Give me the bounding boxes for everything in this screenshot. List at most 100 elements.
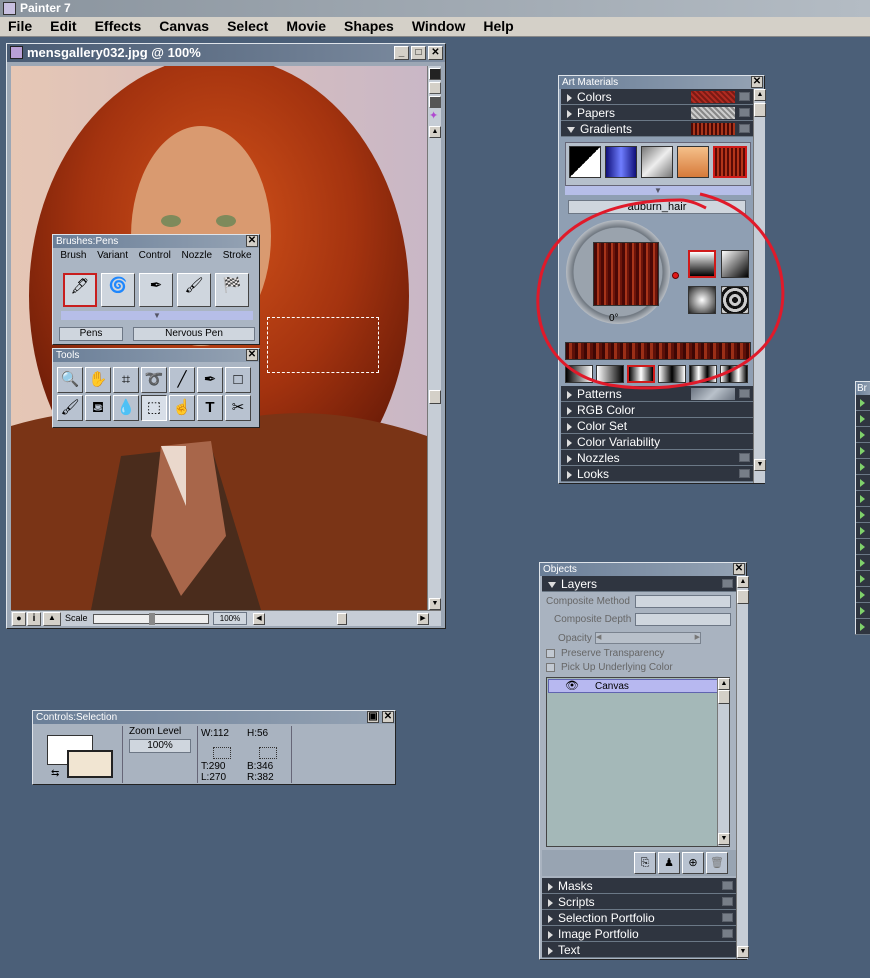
scroll-down-button[interactable]: ▼ bbox=[429, 598, 441, 610]
partial-palette-row[interactable] bbox=[856, 587, 870, 603]
section-colors[interactable]: Colors bbox=[561, 89, 753, 105]
composite-depth-field[interactable] bbox=[635, 613, 731, 626]
menu-movie[interactable]: Movie bbox=[286, 17, 326, 36]
menu-effects[interactable]: Effects bbox=[95, 17, 142, 36]
grabber-hand-icon[interactable]: ✋ bbox=[85, 367, 111, 393]
partial-palette-row[interactable] bbox=[856, 395, 870, 411]
obj-scroll-up[interactable]: ▲ bbox=[737, 576, 749, 588]
layer-scroll-thumb[interactable] bbox=[718, 690, 730, 704]
obj-scroll-thumb[interactable] bbox=[737, 590, 749, 604]
layer-scroll-up[interactable]: ▲ bbox=[718, 678, 730, 690]
brush-tab-variant[interactable]: Variant bbox=[97, 250, 128, 262]
partial-palette-row[interactable] bbox=[856, 603, 870, 619]
pattern-pen-icon[interactable]: 🏁 bbox=[215, 273, 249, 307]
scroll-right-button[interactable]: ▶ bbox=[417, 613, 429, 625]
section-color-variability[interactable]: Color Variability bbox=[561, 434, 753, 450]
lasso-icon[interactable]: ➰ bbox=[141, 367, 167, 393]
disclosure-triangle-icon[interactable] bbox=[567, 109, 572, 118]
scale-slider[interactable] bbox=[93, 613, 209, 625]
brush-tab-nozzle[interactable]: Nozzle bbox=[182, 250, 213, 262]
layer-scroll-down[interactable]: ▼ bbox=[718, 833, 730, 845]
disclosure-triangle-icon[interactable] bbox=[548, 946, 553, 955]
partial-palette-row[interactable] bbox=[856, 427, 870, 443]
disclosure-triangle-icon[interactable] bbox=[548, 882, 553, 891]
brush-drawer-handle[interactable]: ▼ bbox=[61, 311, 253, 320]
section-text[interactable]: Text bbox=[542, 942, 736, 958]
disclosure-triangle-icon[interactable] bbox=[860, 559, 865, 567]
disclosure-triangle-icon[interactable] bbox=[860, 607, 865, 615]
maximize-button[interactable]: □ bbox=[411, 46, 426, 60]
oil-brush-icon[interactable]: 🖌 bbox=[177, 273, 211, 307]
info-icon[interactable]: i bbox=[27, 612, 41, 626]
obj-scroll-down[interactable]: ▼ bbox=[737, 946, 749, 958]
scale-slider-thumb[interactable] bbox=[149, 613, 155, 625]
disclosure-triangle-icon[interactable] bbox=[860, 543, 865, 551]
section-papers[interactable]: Papers bbox=[561, 105, 753, 121]
rectangle-shape-icon[interactable]: □ bbox=[225, 367, 251, 393]
partial-palette-title[interactable]: Br bbox=[856, 382, 870, 395]
section-menu-button[interactable] bbox=[739, 108, 750, 117]
objects-title-bar[interactable]: Objects ✕ bbox=[540, 563, 746, 576]
paint-bucket-icon[interactable]: ⛾ bbox=[85, 395, 111, 421]
partial-palette-row[interactable] bbox=[856, 619, 870, 635]
partial-palette-row[interactable] bbox=[856, 443, 870, 459]
disclosure-triangle-icon[interactable] bbox=[860, 399, 865, 407]
new-layer-button[interactable]: ⊕ bbox=[682, 852, 704, 874]
objects-scrollbar[interactable]: ▲ ▼ bbox=[736, 576, 749, 959]
brush-category-field[interactable]: Pens bbox=[59, 327, 123, 341]
layer-adjuster-icon[interactable]: ☝ bbox=[169, 395, 195, 421]
selection-marquee[interactable] bbox=[267, 317, 379, 373]
brush-tab-control[interactable]: Control bbox=[139, 250, 171, 262]
composite-method-field[interactable] bbox=[635, 595, 731, 608]
menu-shapes[interactable]: Shapes bbox=[344, 17, 394, 36]
gradient-swatch-blue[interactable] bbox=[605, 146, 637, 178]
tools-close-button[interactable]: ✕ bbox=[246, 349, 258, 361]
section-color-set[interactable]: Color Set bbox=[561, 418, 753, 434]
brush-variant-field[interactable]: Nervous Pen bbox=[133, 327, 255, 341]
disclosure-triangle-icon[interactable] bbox=[860, 415, 865, 423]
text-tool-icon[interactable]: T bbox=[197, 395, 223, 421]
pen-tool-icon[interactable]: ✒ bbox=[197, 367, 223, 393]
color-mode-icon[interactable] bbox=[429, 68, 441, 80]
partial-palette-row[interactable] bbox=[856, 459, 870, 475]
magnifier-icon[interactable]: 🔍 bbox=[57, 367, 83, 393]
am-scroll-down[interactable]: ▼ bbox=[754, 459, 766, 471]
disclosure-triangle-icon[interactable] bbox=[567, 470, 572, 479]
opacity-slider[interactable]: ◀ ▶ bbox=[595, 632, 701, 644]
minimize-button[interactable]: _ bbox=[394, 46, 409, 60]
disclosure-triangle-icon[interactable] bbox=[567, 126, 575, 133]
zoom-readout[interactable]: 100% bbox=[213, 612, 247, 625]
section-looks[interactable]: Looks bbox=[561, 466, 753, 482]
partial-palette-row[interactable] bbox=[856, 539, 870, 555]
pen-brush-icon[interactable]: 🖋 bbox=[63, 273, 97, 307]
dropper-icon[interactable]: 💧 bbox=[113, 395, 139, 421]
disclosure-triangle-icon[interactable] bbox=[567, 454, 572, 463]
section-menu-button[interactable] bbox=[722, 913, 733, 922]
brush-tool-icon[interactable]: ╱ bbox=[169, 367, 195, 393]
disclosure-triangle-icon[interactable] bbox=[860, 463, 865, 471]
liquid-brush-icon[interactable]: 🌀 bbox=[101, 273, 135, 307]
menu-select[interactable]: Select bbox=[227, 17, 268, 36]
gradient-swatch-peach[interactable] bbox=[677, 146, 709, 178]
grid-icon[interactable] bbox=[429, 82, 441, 94]
tracing-icon[interactable]: ▲ bbox=[43, 612, 61, 626]
disclosure-triangle-icon[interactable] bbox=[860, 495, 865, 503]
screen-icon[interactable] bbox=[429, 96, 441, 108]
pick-up-color-checkbox[interactable] bbox=[546, 663, 555, 672]
controls-title-bar[interactable]: Controls:Selection ▣ ✕ bbox=[33, 711, 395, 724]
layers-section-header[interactable]: Layers bbox=[542, 576, 736, 592]
disclosure-triangle-icon[interactable] bbox=[860, 591, 865, 599]
disclosure-triangle-icon[interactable] bbox=[567, 422, 572, 431]
partial-palette-row[interactable] bbox=[856, 523, 870, 539]
menu-canvas[interactable]: Canvas bbox=[159, 17, 209, 36]
gradient-swatch-bw[interactable] bbox=[569, 146, 601, 178]
section-selection-portfolio[interactable]: Selection Portfolio bbox=[542, 910, 736, 926]
partial-palette-row[interactable] bbox=[856, 475, 870, 491]
art-materials-title-bar[interactable]: Art Materials ✕ bbox=[559, 76, 764, 89]
section-masks[interactable]: Masks bbox=[542, 878, 736, 894]
disclosure-triangle-icon[interactable] bbox=[860, 431, 865, 439]
tools-palette-title[interactable]: Tools ✕ bbox=[53, 349, 259, 362]
art-materials-close-button[interactable]: ✕ bbox=[751, 76, 763, 88]
scroll-thumb[interactable] bbox=[429, 390, 441, 404]
layer-commands-button[interactable]: ♟ bbox=[658, 852, 680, 874]
